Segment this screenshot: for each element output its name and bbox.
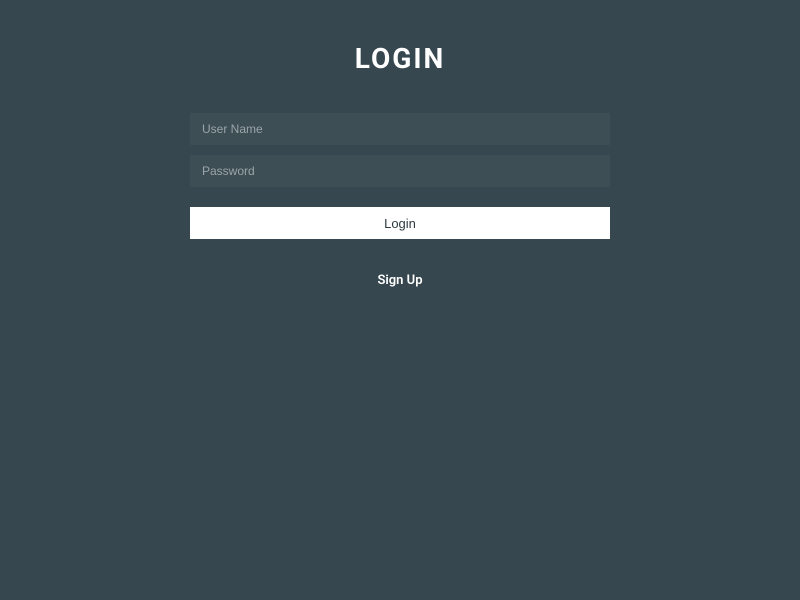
- signup-link[interactable]: Sign Up: [190, 273, 610, 288]
- page-title: LOGIN: [355, 42, 446, 75]
- login-form: Login Sign Up: [190, 113, 610, 288]
- username-input[interactable]: [190, 113, 610, 145]
- password-input[interactable]: [190, 155, 610, 187]
- login-button[interactable]: Login: [190, 207, 610, 239]
